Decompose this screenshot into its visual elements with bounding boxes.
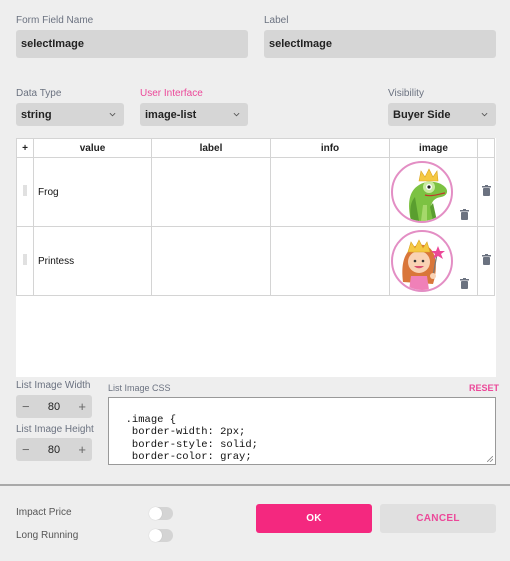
user-interface-label: User Interface	[140, 88, 203, 99]
user-interface-value: image-list	[145, 108, 197, 121]
visibility-value: Buyer Side	[393, 108, 451, 121]
data-type-value: string	[21, 108, 52, 121]
cancel-button[interactable]: CANCEL	[380, 504, 496, 533]
footer-divider	[0, 484, 510, 486]
drag-handle[interactable]	[16, 157, 34, 227]
trash-icon	[481, 254, 491, 265]
form-field-name-label: Form Field Name	[16, 15, 94, 26]
column-header-value: value	[33, 138, 152, 158]
cell-image[interactable]	[389, 226, 478, 296]
chevron-down-icon	[109, 112, 116, 117]
impact-price-label: Impact Price	[16, 507, 72, 518]
princess-image	[391, 230, 453, 292]
chevron-down-icon	[481, 112, 488, 117]
list-image-width-value[interactable]: 80	[48, 401, 60, 413]
cell-value[interactable]: Frog	[33, 157, 152, 227]
cell-label[interactable]	[151, 157, 271, 227]
column-header-label: label	[151, 138, 271, 158]
decrement-button[interactable]: −	[22, 399, 30, 414]
trash-icon[interactable]	[460, 209, 469, 220]
cell-info[interactable]	[270, 226, 390, 296]
column-header-info: info	[270, 138, 390, 158]
drag-handle[interactable]	[16, 226, 34, 296]
increment-button[interactable]: +	[78, 399, 86, 414]
list-image-css-textarea[interactable]: .image { border-width: 2px; border-style…	[108, 397, 496, 465]
cell-label[interactable]	[151, 226, 271, 296]
column-header-actions	[477, 138, 495, 158]
list-image-height-stepper: − 80 +	[16, 438, 92, 461]
chevron-down-icon	[233, 112, 240, 117]
trash-icon[interactable]	[460, 278, 469, 289]
list-image-height-value[interactable]: 80	[48, 444, 60, 456]
table-header-row: + value label info image	[16, 138, 495, 158]
frog-prince-image	[391, 161, 453, 223]
data-type-label: Data Type	[16, 88, 62, 99]
column-header-image: image	[389, 138, 478, 158]
cell-image[interactable]	[389, 157, 478, 227]
label-field-label: Label	[264, 15, 289, 26]
label-input[interactable]: selectImage	[264, 30, 496, 58]
data-type-select[interactable]: string	[16, 103, 124, 126]
list-image-width-stepper: − 80 +	[16, 395, 92, 418]
increment-button[interactable]: +	[78, 442, 86, 457]
long-running-toggle[interactable]	[149, 529, 173, 542]
visibility-select[interactable]: Buyer Side	[388, 103, 496, 126]
long-running-label: Long Running	[16, 530, 79, 541]
cell-info[interactable]	[270, 157, 390, 227]
delete-row-button[interactable]	[477, 157, 495, 227]
cell-value[interactable]: Printess	[33, 226, 152, 296]
options-table: + value label info image Frog Printess	[16, 138, 495, 296]
css-text: .image { border-width: 2px; border-style…	[125, 413, 258, 465]
table-row: Frog	[16, 157, 495, 227]
ok-button[interactable]: OK	[256, 504, 372, 533]
add-row-button[interactable]: +	[16, 138, 34, 158]
decrement-button[interactable]: −	[22, 442, 30, 457]
grip-icon	[23, 185, 27, 196]
list-image-css-label: List Image CSS	[108, 383, 171, 393]
grip-icon	[23, 254, 27, 265]
form-field-name-input[interactable]: selectImage	[16, 30, 248, 58]
toggle-knob	[149, 507, 162, 520]
user-interface-select[interactable]: image-list	[140, 103, 248, 126]
list-image-width-label: List Image Width	[16, 380, 91, 391]
visibility-label: Visibility	[388, 88, 424, 99]
delete-row-button[interactable]	[477, 226, 495, 296]
options-table-container: + value label info image Frog Printess	[16, 138, 496, 377]
table-row: Printess	[16, 226, 495, 296]
toggle-knob	[149, 529, 162, 542]
impact-price-toggle[interactable]	[149, 507, 173, 520]
reset-button[interactable]: RESET	[469, 383, 499, 393]
list-image-height-label: List Image Height	[16, 424, 94, 435]
resize-handle-icon[interactable]	[487, 456, 493, 462]
trash-icon	[481, 185, 491, 196]
